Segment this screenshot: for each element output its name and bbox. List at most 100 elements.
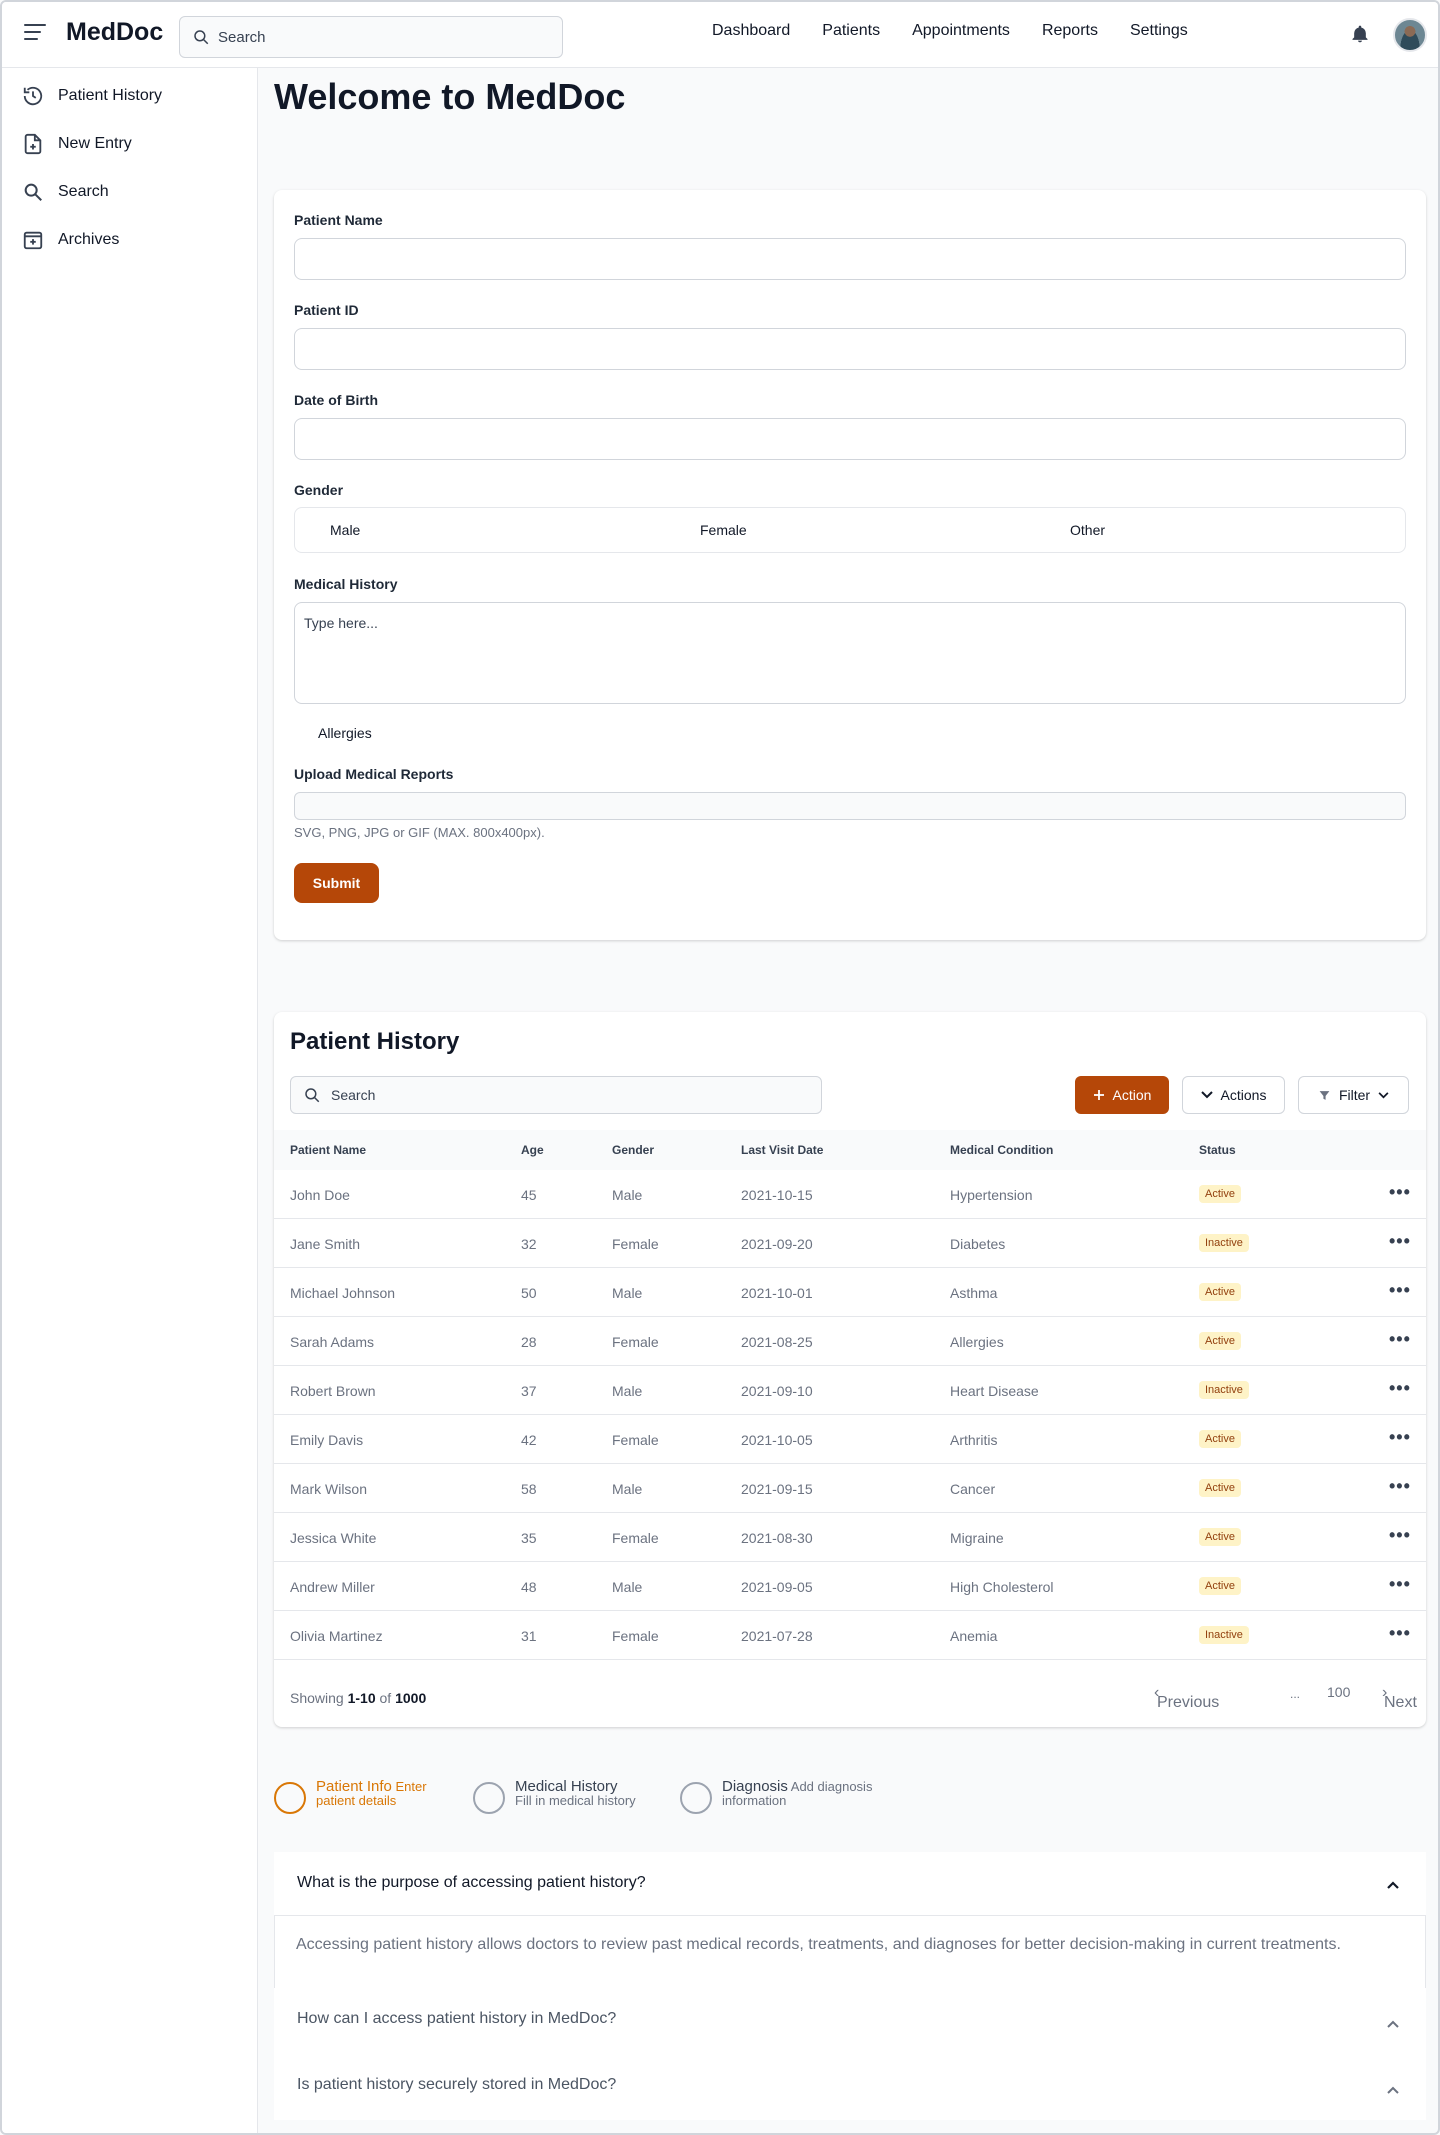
step-text: Diagnosis Add diagnosis information — [722, 1779, 897, 1808]
faq-question[interactable]: What is the purpose of accessing patient… — [297, 1874, 646, 1892]
faq-item[interactable]: How can I access patient history in MedD… — [274, 1988, 1426, 2054]
showing-of: of — [379, 1690, 392, 1706]
cell-age: 35 — [521, 1530, 537, 1546]
cell-last-visit: 2021-09-15 — [741, 1481, 813, 1497]
cell-last-visit: 2021-07-28 — [741, 1628, 813, 1644]
table-row[interactable]: Michael Johnson 50 Male 2021-10-01 Asthma Act… — [274, 1268, 1426, 1317]
table-row[interactable]: Emily Davis 42 Female 2021-10-05 Arthritis Ac… — [274, 1415, 1426, 1464]
table-row[interactable]: Jessica White 35 Female 2021-08-30 Migraine A… — [274, 1513, 1426, 1562]
column-header[interactable]: Status — [1199, 1143, 1236, 1157]
nav-dashboard[interactable]: Dashboard — [712, 22, 790, 40]
showing-prefix: Showing — [290, 1690, 344, 1706]
cell-patient-name: Jane Smith — [290, 1236, 361, 1252]
faq-question[interactable]: Is patient history securely stored in Me… — [297, 2076, 616, 2094]
table-row[interactable]: John Doe 45 Male 2021-10-15 Hypertension Acti… — [274, 1170, 1426, 1219]
cell-condition: Migraine — [950, 1530, 1004, 1546]
filter-label: Filter — [1338, 1087, 1371, 1103]
chevron-up-icon[interactable] — [1386, 2083, 1400, 2097]
more-options-icon[interactable]: ••• — [1389, 1477, 1411, 1495]
actions-dropdown-button[interactable]: Actions — [1182, 1076, 1285, 1114]
nav-settings[interactable]: Settings — [1130, 22, 1188, 40]
allergies-checkbox-label[interactable]: Allergies — [318, 725, 372, 741]
sidebar-item-patient-history[interactable]: Patient History — [22, 85, 162, 107]
search-icon — [194, 30, 209, 45]
table-row[interactable]: Olivia Martinez 31 Female 2021-07-28 Anemia I… — [274, 1611, 1426, 1660]
table-row[interactable]: Andrew Miller 48 Male 2021-09-05 High Choles… — [274, 1562, 1426, 1611]
gender-option-other[interactable]: Other — [1070, 522, 1105, 538]
search-icon — [24, 183, 42, 201]
more-options-icon[interactable]: ••• — [1389, 1526, 1411, 1544]
cell-gender: Female — [612, 1432, 659, 1448]
step-patient-info[interactable]: Patient Info Enter patient details — [274, 1779, 456, 1814]
gender-option-male[interactable]: Male — [330, 522, 360, 538]
faq-question[interactable]: How can I access patient history in MedD… — [297, 2010, 616, 2028]
notification-bell-icon[interactable] — [1350, 23, 1370, 45]
user-avatar[interactable] — [1393, 18, 1427, 52]
nav-reports[interactable]: Reports — [1042, 22, 1098, 40]
global-search[interactable] — [179, 16, 563, 58]
more-options-icon[interactable]: ••• — [1389, 1379, 1411, 1397]
cell-gender: Male — [612, 1187, 643, 1203]
column-header[interactable]: Patient Name — [290, 1143, 366, 1157]
dob-input[interactable] — [294, 418, 1406, 460]
sidebar: Patient History New Entry Search Archive… — [2, 68, 258, 2133]
patient-id-input[interactable] — [294, 328, 1406, 370]
global-search-input[interactable] — [218, 28, 538, 46]
pagination-next[interactable]: Next — [1384, 1694, 1417, 1712]
submit-button[interactable]: Submit — [294, 863, 379, 903]
step-medical-history[interactable]: Medical History Fill in medical history — [473, 1779, 655, 1814]
cell-condition: Cancer — [950, 1481, 996, 1497]
step-description: Fill in medical history — [515, 1793, 636, 1808]
column-header[interactable]: Last Visit Date — [741, 1143, 823, 1157]
step-diagnosis[interactable]: Diagnosis Add diagnosis information — [680, 1779, 897, 1814]
status-badge: Active — [1199, 1283, 1241, 1301]
faq-item[interactable]: What is the purpose of accessing patient… — [274, 1852, 1426, 1916]
pagination-ellipsis: ... — [1290, 1687, 1301, 1701]
cell-last-visit: 2021-10-01 — [741, 1285, 813, 1301]
table-row[interactable]: Mark Wilson 58 Male 2021-09-15 Cancer Active •… — [274, 1464, 1426, 1513]
more-options-icon[interactable]: ••• — [1389, 1281, 1411, 1299]
plus-icon — [1093, 1090, 1104, 1100]
table-row[interactable]: Robert Brown 37 Male 2021-09-10 Heart Diseas… — [274, 1366, 1426, 1415]
nav-patients[interactable]: Patients — [822, 22, 880, 40]
hamburger-menu-icon[interactable] — [24, 24, 46, 42]
table-row[interactable]: Sarah Adams 28 Female 2021-08-25 Allergies Ac… — [274, 1317, 1426, 1366]
chevron-up-icon[interactable] — [1386, 2017, 1400, 2031]
medical-history-textarea[interactable] — [294, 602, 1406, 704]
table-search[interactable] — [290, 1076, 822, 1114]
nav-appointments[interactable]: Appointments — [912, 22, 1010, 40]
brand-logo[interactable]: MedDoc — [66, 18, 163, 47]
more-options-icon[interactable]: ••• — [1389, 1232, 1411, 1250]
table-search-input[interactable] — [331, 1087, 811, 1103]
sidebar-item-new-entry[interactable]: New Entry — [22, 133, 132, 155]
cell-last-visit: 2021-10-05 — [741, 1432, 813, 1448]
column-header[interactable]: Medical Condition — [950, 1143, 1053, 1157]
column-header[interactable]: Age — [521, 1143, 544, 1157]
more-options-icon[interactable]: ••• — [1389, 1183, 1411, 1201]
patient-name-input[interactable] — [294, 238, 1406, 280]
more-options-icon[interactable]: ••• — [1389, 1575, 1411, 1593]
table-row[interactable]: Jane Smith 32 Female 2021-09-20 Diabetes Inac… — [274, 1219, 1426, 1268]
file-upload-input[interactable] — [294, 792, 1406, 820]
sidebar-item-label: New Entry — [58, 135, 132, 152]
filter-dropdown-button[interactable]: Filter — [1298, 1076, 1409, 1114]
faq-item[interactable]: Is patient history securely stored in Me… — [274, 2054, 1426, 2120]
chevron-down-icon — [1200, 1091, 1213, 1099]
sidebar-item-search[interactable]: Search — [22, 181, 109, 203]
cell-gender: Female — [612, 1530, 659, 1546]
chevron-up-icon[interactable] — [1386, 1878, 1400, 1892]
gender-option-female[interactable]: Female — [700, 522, 747, 538]
more-options-icon[interactable]: ••• — [1389, 1428, 1411, 1446]
cell-last-visit: 2021-09-05 — [741, 1579, 813, 1595]
sidebar-item-archives[interactable]: Archives — [22, 229, 119, 251]
status-badge: Active — [1199, 1430, 1241, 1448]
more-options-icon[interactable]: ••• — [1389, 1624, 1411, 1642]
pagination-last-page[interactable]: 100 — [1327, 1684, 1350, 1700]
status-badge: Inactive — [1199, 1381, 1249, 1399]
add-action-button[interactable]: Action — [1075, 1076, 1169, 1114]
column-header[interactable]: Gender — [612, 1143, 654, 1157]
faq-answer-panel: Accessing patient history allows doctors… — [274, 1916, 1426, 1988]
archive-icon — [23, 231, 43, 250]
pagination-previous[interactable]: Previous — [1157, 1694, 1219, 1712]
more-options-icon[interactable]: ••• — [1389, 1330, 1411, 1348]
